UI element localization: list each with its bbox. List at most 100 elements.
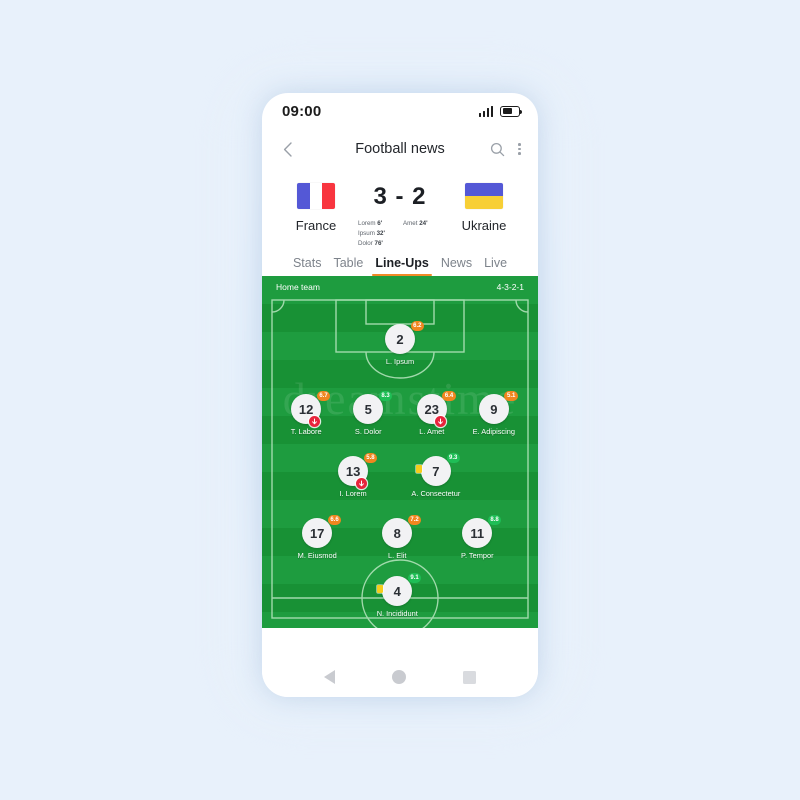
player-disc-wrap: 11 8.8 <box>462 515 502 548</box>
signal-bars-icon <box>478 105 493 117</box>
player-name: A. Consectetur <box>411 489 461 498</box>
scorer-minute: 32' <box>376 230 385 237</box>
search-icon[interactable] <box>490 142 505 157</box>
scorer-name: Lorem <box>358 220 376 227</box>
tab-bar: Stats Table Line-Ups News Live <box>262 247 538 277</box>
match-score: 3 - 2 <box>373 183 427 210</box>
scorer-minute: 24' <box>419 220 428 227</box>
formation-label: 4-3-2-1 <box>496 282 524 292</box>
player-marker[interactable]: 13 5.8 I. Lorem <box>320 453 386 498</box>
nav-home-circle-icon[interactable] <box>391 670 406 684</box>
lineup-pitch: dreamstime Home team 4-3-2-1 2 6.2 L. Ipsu… <box>262 276 538 628</box>
scorer-item: Dolor 76' <box>358 240 397 247</box>
scorer-minute: 6' <box>377 220 383 227</box>
tab-live[interactable]: Live <box>484 256 507 276</box>
scorer-name: Dolor <box>358 240 373 247</box>
away-team-name: Ukraine <box>461 218 507 233</box>
home-scorers: Lorem 6' Ipsum 32' Dolor 76' <box>358 220 397 247</box>
player-marker[interactable]: 11 8.8 P. Tempor <box>444 515 510 560</box>
yellow-card-icon <box>377 585 384 593</box>
battery-icon <box>500 105 523 117</box>
tab-line-ups[interactable]: Line-Ups <box>372 256 433 277</box>
player-disc-wrap: 9 5.1 <box>478 391 518 424</box>
player-number: 2 <box>385 324 415 354</box>
player-disc-wrap: 17 6.6 <box>302 515 342 548</box>
player-disc-wrap: 13 5.8 <box>338 453 378 489</box>
kebab-menu-icon[interactable] <box>515 141 524 157</box>
player-disc-wrap: 7 9.3 <box>415 453 460 486</box>
player-rating-badge: 8.3 <box>378 391 393 401</box>
team-label: Home team <box>276 282 320 292</box>
substitution-out-icon <box>309 416 321 427</box>
tab-table[interactable]: Table <box>333 256 363 276</box>
player-marker[interactable]: 12 6.7 T. Labore <box>273 391 339 436</box>
player-disc-wrap: 12 6.7 <box>291 391 331 427</box>
player-rating-badge: 6.2 <box>410 321 424 331</box>
player-name: I. Lorem <box>339 489 367 498</box>
player-marker[interactable]: 4 9.1 N. Incididunt <box>364 573 430 618</box>
player-name: E. Adipiscing <box>472 427 515 436</box>
france-flag <box>297 183 335 209</box>
pitch-header: Home team 4-3-2-1 <box>262 276 538 298</box>
status-icons <box>478 105 523 117</box>
home-team[interactable]: France <box>278 183 354 233</box>
score-block: 3 - 2 Lorem 6' Ipsum 32' Dolor 76' Amet … <box>354 183 446 248</box>
chevron-left-icon[interactable] <box>276 138 298 160</box>
status-bar: 09:00 <box>262 93 538 129</box>
scorers-list: Lorem 6' Ipsum 32' Dolor 76' Amet 24' <box>354 220 446 247</box>
player-rating-badge: 5.1 <box>504 391 518 401</box>
player-rating-badge: 7.2 <box>407 515 422 525</box>
player-rating-badge: 5.8 <box>363 453 378 463</box>
player-name: T. Labore <box>290 427 322 436</box>
player-name: L. Elit <box>387 551 407 560</box>
player-marker[interactable]: 9 5.1 E. Adipiscing <box>461 391 527 436</box>
tab-stats[interactable]: Stats <box>293 256 322 276</box>
player-rating-badge: 6.7 <box>316 391 331 401</box>
player-name: N. Incididunt <box>376 609 418 618</box>
player-name: M. Eiusmod <box>297 551 337 560</box>
player-name: S. Dolor <box>354 427 382 436</box>
app-bar: Football news <box>262 129 538 169</box>
match-header: France 3 - 2 Lorem 6' Ipsum 32' Dolor 76 <box>262 169 538 247</box>
player-name: L. Amet <box>419 427 445 436</box>
player-rating-badge: 9.3 <box>446 453 460 463</box>
player-name: L. Ipsum <box>385 357 415 366</box>
scorer-name: Ipsum <box>358 230 375 237</box>
scorer-item: Ipsum 32' <box>358 230 397 237</box>
player-disc-wrap: 5 8.3 <box>353 391 393 424</box>
player-rating-badge: 6.4 <box>442 391 456 401</box>
phone-frame: 09:00 Football news France 3 - 2 Lorem 6… <box>262 93 538 697</box>
scorer-name: Amet <box>403 220 418 227</box>
away-team[interactable]: Ukraine <box>446 183 522 233</box>
player-disc-wrap: 4 9.1 <box>377 573 422 606</box>
status-clock: 09:00 <box>282 102 322 120</box>
player-name: P. Tempor <box>460 551 494 560</box>
player-marker[interactable]: 7 9.3 A. Consectetur <box>403 453 469 498</box>
substitution-out-icon <box>434 416 446 427</box>
tab-news[interactable]: News <box>441 256 472 276</box>
player-disc-wrap: 23 6.4 <box>416 391 456 427</box>
scorer-minute: 76' <box>374 240 383 247</box>
player-rating-badge: 8.8 <box>487 515 502 525</box>
player-disc-wrap: 8 7.2 <box>382 515 422 548</box>
nav-back-triangle-icon[interactable] <box>324 670 336 684</box>
yellow-card-icon <box>415 465 422 473</box>
scorer-item: Amet 24' <box>403 220 428 227</box>
player-marker[interactable]: 23 6.4 L. Amet <box>399 391 465 436</box>
player-number: 7 <box>420 456 451 486</box>
player-marker[interactable]: 17 6.6 M. Eiusmod <box>284 515 350 560</box>
player-marker[interactable]: 8 7.2 L. Elit <box>364 515 430 560</box>
player-rating-badge: 6.6 <box>327 515 342 525</box>
nav-recents-square-icon[interactable] <box>462 670 476 684</box>
scorer-item: Lorem 6' <box>358 220 397 227</box>
player-rating-badge: 9.1 <box>407 573 422 583</box>
android-nav-bar <box>262 657 538 697</box>
app-bar-actions <box>490 141 524 157</box>
player-disc-wrap: 2 6.2 <box>385 321 424 354</box>
player-marker[interactable]: 5 8.3 S. Dolor <box>335 391 401 436</box>
home-team-name: France <box>295 218 337 233</box>
ukraine-flag <box>465 183 503 209</box>
substitution-out-icon <box>356 478 368 489</box>
away-scorers: Amet 24' <box>397 220 442 247</box>
player-marker[interactable]: 2 6.2 L. Ipsum <box>367 321 433 366</box>
